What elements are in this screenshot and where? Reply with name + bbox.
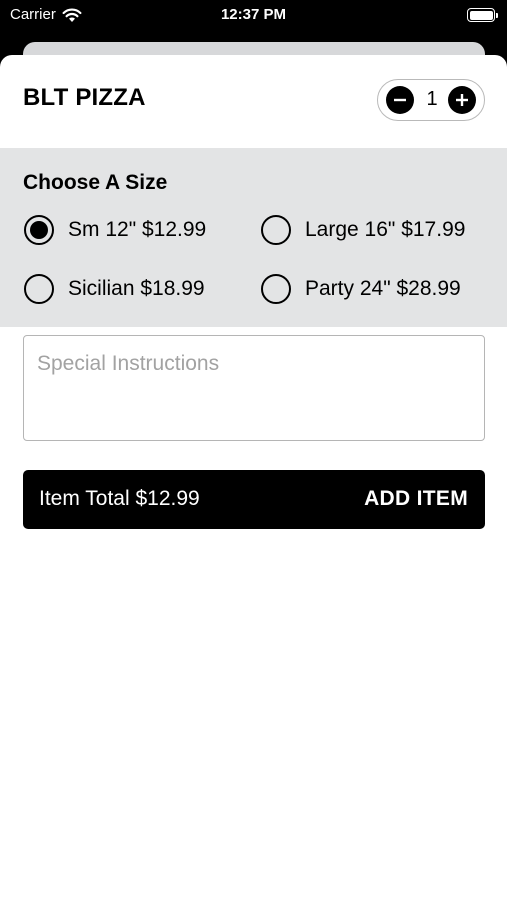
radio-selected-dot [30,221,48,239]
size-option-sm-12[interactable]: Sm 12" $12.99 [24,215,206,245]
size-option-sicilian[interactable]: Sicilian $18.99 [24,274,205,304]
add-item-label: ADD ITEM [364,487,468,510]
plus-icon [456,94,468,106]
battery-cap [496,13,498,18]
radio-button[interactable] [24,274,54,304]
increase-quantity-button[interactable] [448,86,476,114]
special-instructions-field[interactable]: Special Instructions [23,335,485,441]
item-total: Item Total $12.99 [39,487,200,510]
add-item-button[interactable]: Item Total $12.99 ADD ITEM [23,470,485,529]
size-option-label: Sm 12" $12.99 [68,218,207,241]
radio-button-selected[interactable] [24,215,54,245]
status-bar: Carrier 12:37 PM [0,0,507,32]
size-section: Choose A Size Sm 12" $12.99 Large 16" $1… [0,148,507,327]
special-instructions-placeholder: Special Instructions [37,352,220,375]
radio-button[interactable] [261,215,291,245]
item-sheet: BLT PIZZA 1 Choose A Size Sm 12" $12.99 … [0,55,507,900]
minus-icon [394,98,406,102]
clock: 12:37 PM [220,6,287,23]
item-title: BLT PIZZA [23,84,146,111]
size-option-party-24[interactable]: Party 24" $28.99 [261,274,461,304]
size-option-large-16[interactable]: Large 16" $17.99 [261,215,465,245]
size-option-label: Party 24" $28.99 [305,277,461,300]
size-heading: Choose A Size [23,171,168,194]
battery-icon [467,8,498,22]
quantity-stepper: 1 [377,79,485,121]
radio-button[interactable] [261,274,291,304]
title-row: BLT PIZZA 1 [0,55,507,148]
decrease-quantity-button[interactable] [386,86,414,114]
size-option-label: Large 16" $17.99 [305,218,466,241]
screen: Carrier 12:37 PM BLT PIZZA 1 Choose A Si… [0,0,507,900]
battery-fill [469,10,493,20]
quantity-value: 1 [426,88,438,110]
size-option-label: Sicilian $18.99 [68,277,205,300]
